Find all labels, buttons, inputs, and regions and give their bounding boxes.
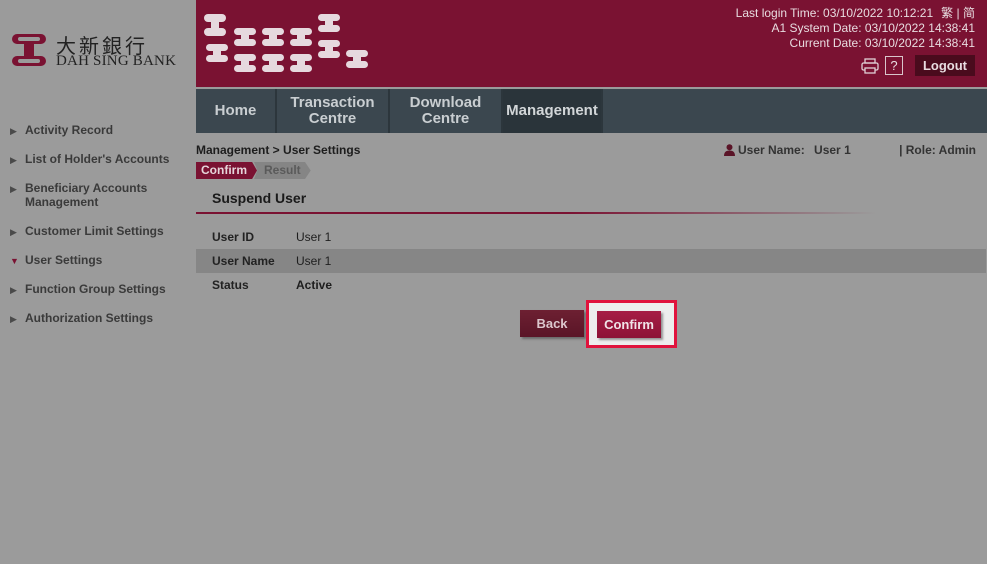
session-info: Last login Time: 03/10/2022 10:12:21 繁 | … — [735, 6, 975, 50]
tab-download-centre[interactable]: Download Centre — [390, 89, 503, 133]
sidebar-item-beneficiary-accounts-management[interactable]: ▶ Beneficiary Accounts Management — [10, 181, 190, 209]
confirm-highlight-box: Confirm — [586, 300, 677, 348]
field-label: Status — [212, 278, 249, 292]
chevron-right-icon: ▶ — [10, 314, 17, 324]
tab-transaction-centre[interactable]: Transaction Centre — [277, 89, 390, 133]
lang-traditional-link[interactable]: 繁 — [941, 6, 953, 20]
tab-home[interactable]: Home — [196, 89, 277, 133]
logout-button[interactable]: Logout — [914, 55, 975, 76]
chevron-right-icon: ▶ — [10, 184, 17, 194]
dah-sing-logo-icon — [12, 34, 46, 66]
current-date: Current Date: 03/10/2022 14:38:41 — [789, 36, 975, 50]
user-role: | Role: Admin — [899, 143, 976, 157]
coins-pattern-icon — [204, 14, 368, 72]
user-icon — [724, 144, 735, 156]
page-title: Suspend User — [212, 190, 307, 206]
chevron-right-icon: ▶ — [10, 227, 17, 237]
back-button[interactable]: Back — [520, 310, 584, 337]
confirm-button[interactable]: Confirm — [597, 311, 661, 338]
sidebar-item-user-settings[interactable]: ▼ User Settings — [10, 253, 190, 267]
field-label: User Name — [212, 254, 275, 268]
step-confirm: Confirm — [196, 162, 257, 179]
sidebar-item-authorization-settings[interactable]: ▶ Authorization Settings — [10, 311, 190, 325]
chevron-down-icon: ▼ — [10, 256, 19, 266]
header-banner: Last login Time: 03/10/2022 10:12:21 繁 | … — [196, 0, 987, 87]
chevron-right-icon: ▶ — [10, 126, 17, 136]
sidebar-item-activity-record[interactable]: ▶ Activity Record — [10, 123, 190, 137]
field-value: User 1 — [296, 254, 332, 268]
bank-logo: 大新銀行 DAH SING BANK — [10, 30, 180, 75]
sidebar-item-function-group-settings[interactable]: ▶ Function Group Settings — [10, 282, 190, 296]
user-name-value: User 1 — [814, 143, 851, 157]
user-name-label: User Name: — [738, 143, 805, 157]
sidebar-item-customer-limit-settings[interactable]: ▶ Customer Limit Settings — [10, 224, 190, 238]
help-button[interactable]: ? — [884, 56, 903, 75]
bank-name-english: DAH SING BANK — [56, 53, 177, 69]
field-value: User 1 — [296, 230, 332, 244]
printer-icon[interactable] — [861, 57, 879, 74]
title-divider — [196, 212, 876, 214]
lang-simplified-link[interactable]: 简 — [963, 6, 975, 20]
progress-steps: Confirm Result — [196, 162, 311, 179]
table-row: User ID User 1 — [196, 225, 986, 249]
main-nav: Home Transaction Centre Download Centre Ma… — [196, 89, 987, 133]
chevron-right-icon: ▶ — [10, 285, 17, 295]
user-details-table: User ID User 1 User Name User 1 Status A… — [196, 225, 986, 297]
table-row: User Name User 1 — [196, 249, 986, 273]
step-result: Result — [254, 162, 311, 179]
table-row: Status Active — [196, 273, 986, 297]
status-value: Active — [296, 278, 333, 292]
breadcrumb: Management > User Settings — [196, 143, 361, 157]
field-label: User ID — [212, 230, 255, 244]
sidebar-item-list-of-holders-accounts[interactable]: ▶ List of Holder's Accounts — [10, 152, 190, 166]
tab-management[interactable]: Management — [503, 89, 603, 133]
system-date: A1 System Date: 03/10/2022 14:38:41 — [771, 21, 975, 35]
chevron-right-icon: ▶ — [10, 155, 17, 165]
last-login-time: Last login Time: 03/10/2022 10:12:21 — [735, 6, 934, 20]
sidebar-menu: ▶ Activity Record ▶ List of Holder's Accou… — [10, 123, 190, 340]
